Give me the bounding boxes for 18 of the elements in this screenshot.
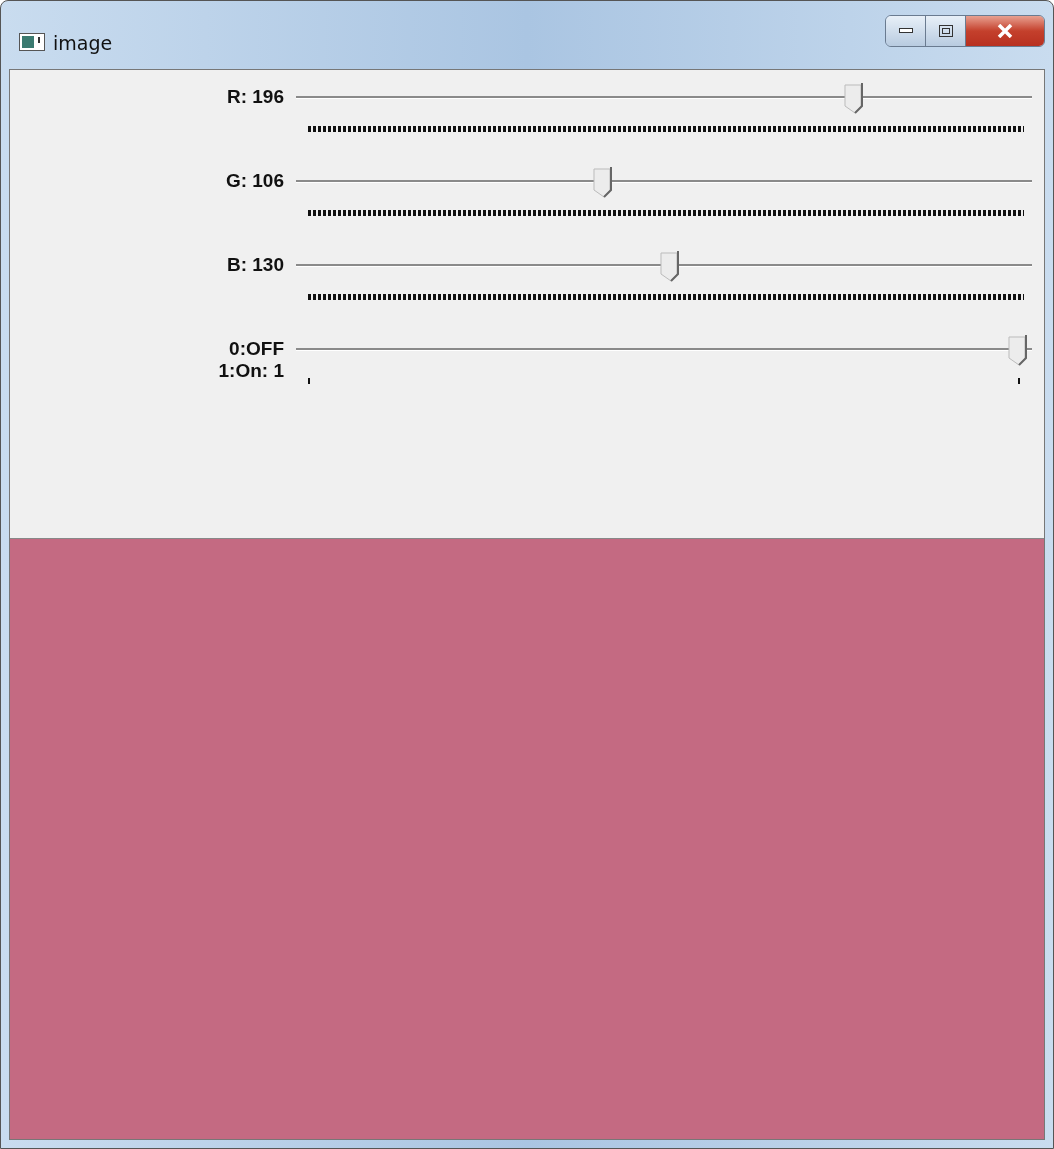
trackbar-label: G: 106: [224, 169, 284, 193]
slider-thumb[interactable]: [843, 82, 864, 114]
trackbar-label: 0:OFF 1:On: 1: [217, 337, 284, 383]
maximize-icon: [938, 25, 953, 37]
slider-thumb[interactable]: [593, 166, 614, 198]
slider-thumb[interactable]: [1008, 334, 1028, 366]
slider-thumb[interactable]: [659, 250, 680, 282]
minimize-button[interactable]: [886, 16, 926, 46]
close-icon: [996, 24, 1014, 38]
close-button[interactable]: [966, 16, 1044, 46]
window-icon: [19, 33, 45, 51]
tick-mark: [308, 378, 310, 384]
window-title: image: [53, 31, 113, 56]
maximize-button[interactable]: [926, 16, 966, 46]
trackbar-label: R: 196: [225, 85, 284, 109]
trackbar-label: B: 130: [225, 253, 284, 277]
tick-mark: [1018, 378, 1020, 384]
minimize-icon: [898, 28, 913, 34]
